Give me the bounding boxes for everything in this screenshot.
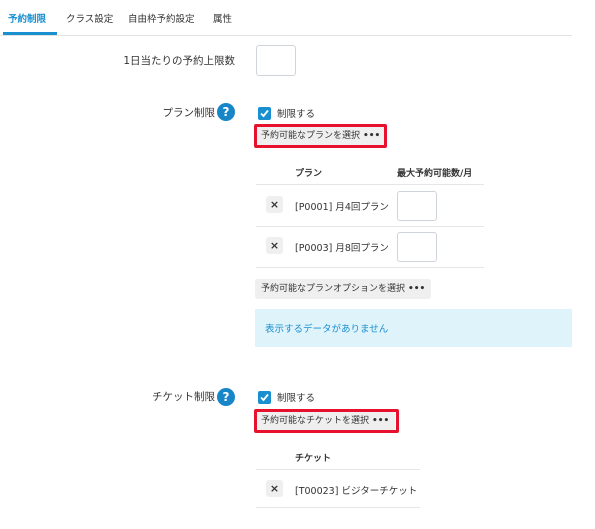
select-tickets-label: 予約可能なチケットを選択 [261,416,370,426]
plan-max-input[interactable] [397,232,437,262]
plan-table-divider [256,226,484,227]
more-icon: ••• [363,131,381,141]
tab-reservation-limit[interactable]: 予約制限 [8,11,46,25]
active-tab-indicator [3,32,57,35]
select-plan-options-label: 予約可能なプランオプションを選択 [261,284,406,294]
plan-row-name: [P0003] 月8回プラン [295,243,389,254]
ticket-limit-checkbox-label: 制限する [277,393,316,404]
select-plans-button[interactable]: 予約可能なプランを選択 ••• [255,126,387,146]
select-plan-options-button[interactable]: 予約可能なプランオプションを選択 ••• [255,279,432,299]
ticket-help-icon[interactable]: ? [217,388,235,406]
plan-limit-checkbox-row: 制限する [258,106,315,120]
more-icon: ••• [372,416,390,426]
check-icon [260,393,269,401]
plan-limit-checkbox-label: 制限する [277,109,316,120]
plan-table-divider [256,184,484,185]
ticket-table-divider [256,507,420,508]
plan-limit-checkbox[interactable] [258,106,271,120]
plan-help-icon[interactable]: ? [217,103,235,121]
empty-data-message: 表示するデータがありません [265,324,389,335]
tab-bar: 予約制限 クラス設定 自由枠予約設定 属性 [0,0,572,36]
daily-limit-label: 1日当たりの予約上限数 [123,55,235,67]
ticket-table-header: チケット [295,454,332,464]
daily-limit-input[interactable] [256,45,296,76]
plan-table-divider [256,267,484,268]
more-icon: ••• [408,284,426,294]
plan-table-header-plan: プラン [295,169,323,179]
plan-limit-label: プラン制限 [162,107,216,119]
plan-table-header-max: 最大予約可能数/月 [397,169,473,179]
remove-plan-button[interactable]: × [266,196,283,213]
tab-attributes[interactable]: 属性 [213,11,232,25]
ticket-limit-checkbox[interactable] [258,390,271,404]
ticket-limit-checkbox-row: 制限する [258,390,315,404]
select-tickets-button[interactable]: 予約可能なチケットを選択 ••• [255,411,396,431]
ticket-table-divider [256,469,420,470]
tab-free-slot-settings[interactable]: 自由枠予約設定 [128,11,195,25]
ticket-limit-label: チケット制限 [152,391,215,403]
tab-class-settings[interactable]: クラス設定 [66,11,113,25]
remove-plan-button[interactable]: × [266,237,283,254]
plan-max-input[interactable] [397,191,437,221]
ticket-row-name: [T00023] ビジターチケット [295,486,418,497]
select-plans-label: 予約可能なプランを選択 [261,131,361,141]
empty-data-notice: 表示するデータがありません [255,309,572,347]
check-icon [260,109,269,117]
remove-ticket-button[interactable]: × [266,480,283,497]
plan-row-name: [P0001] 月4回プラン [295,202,389,213]
